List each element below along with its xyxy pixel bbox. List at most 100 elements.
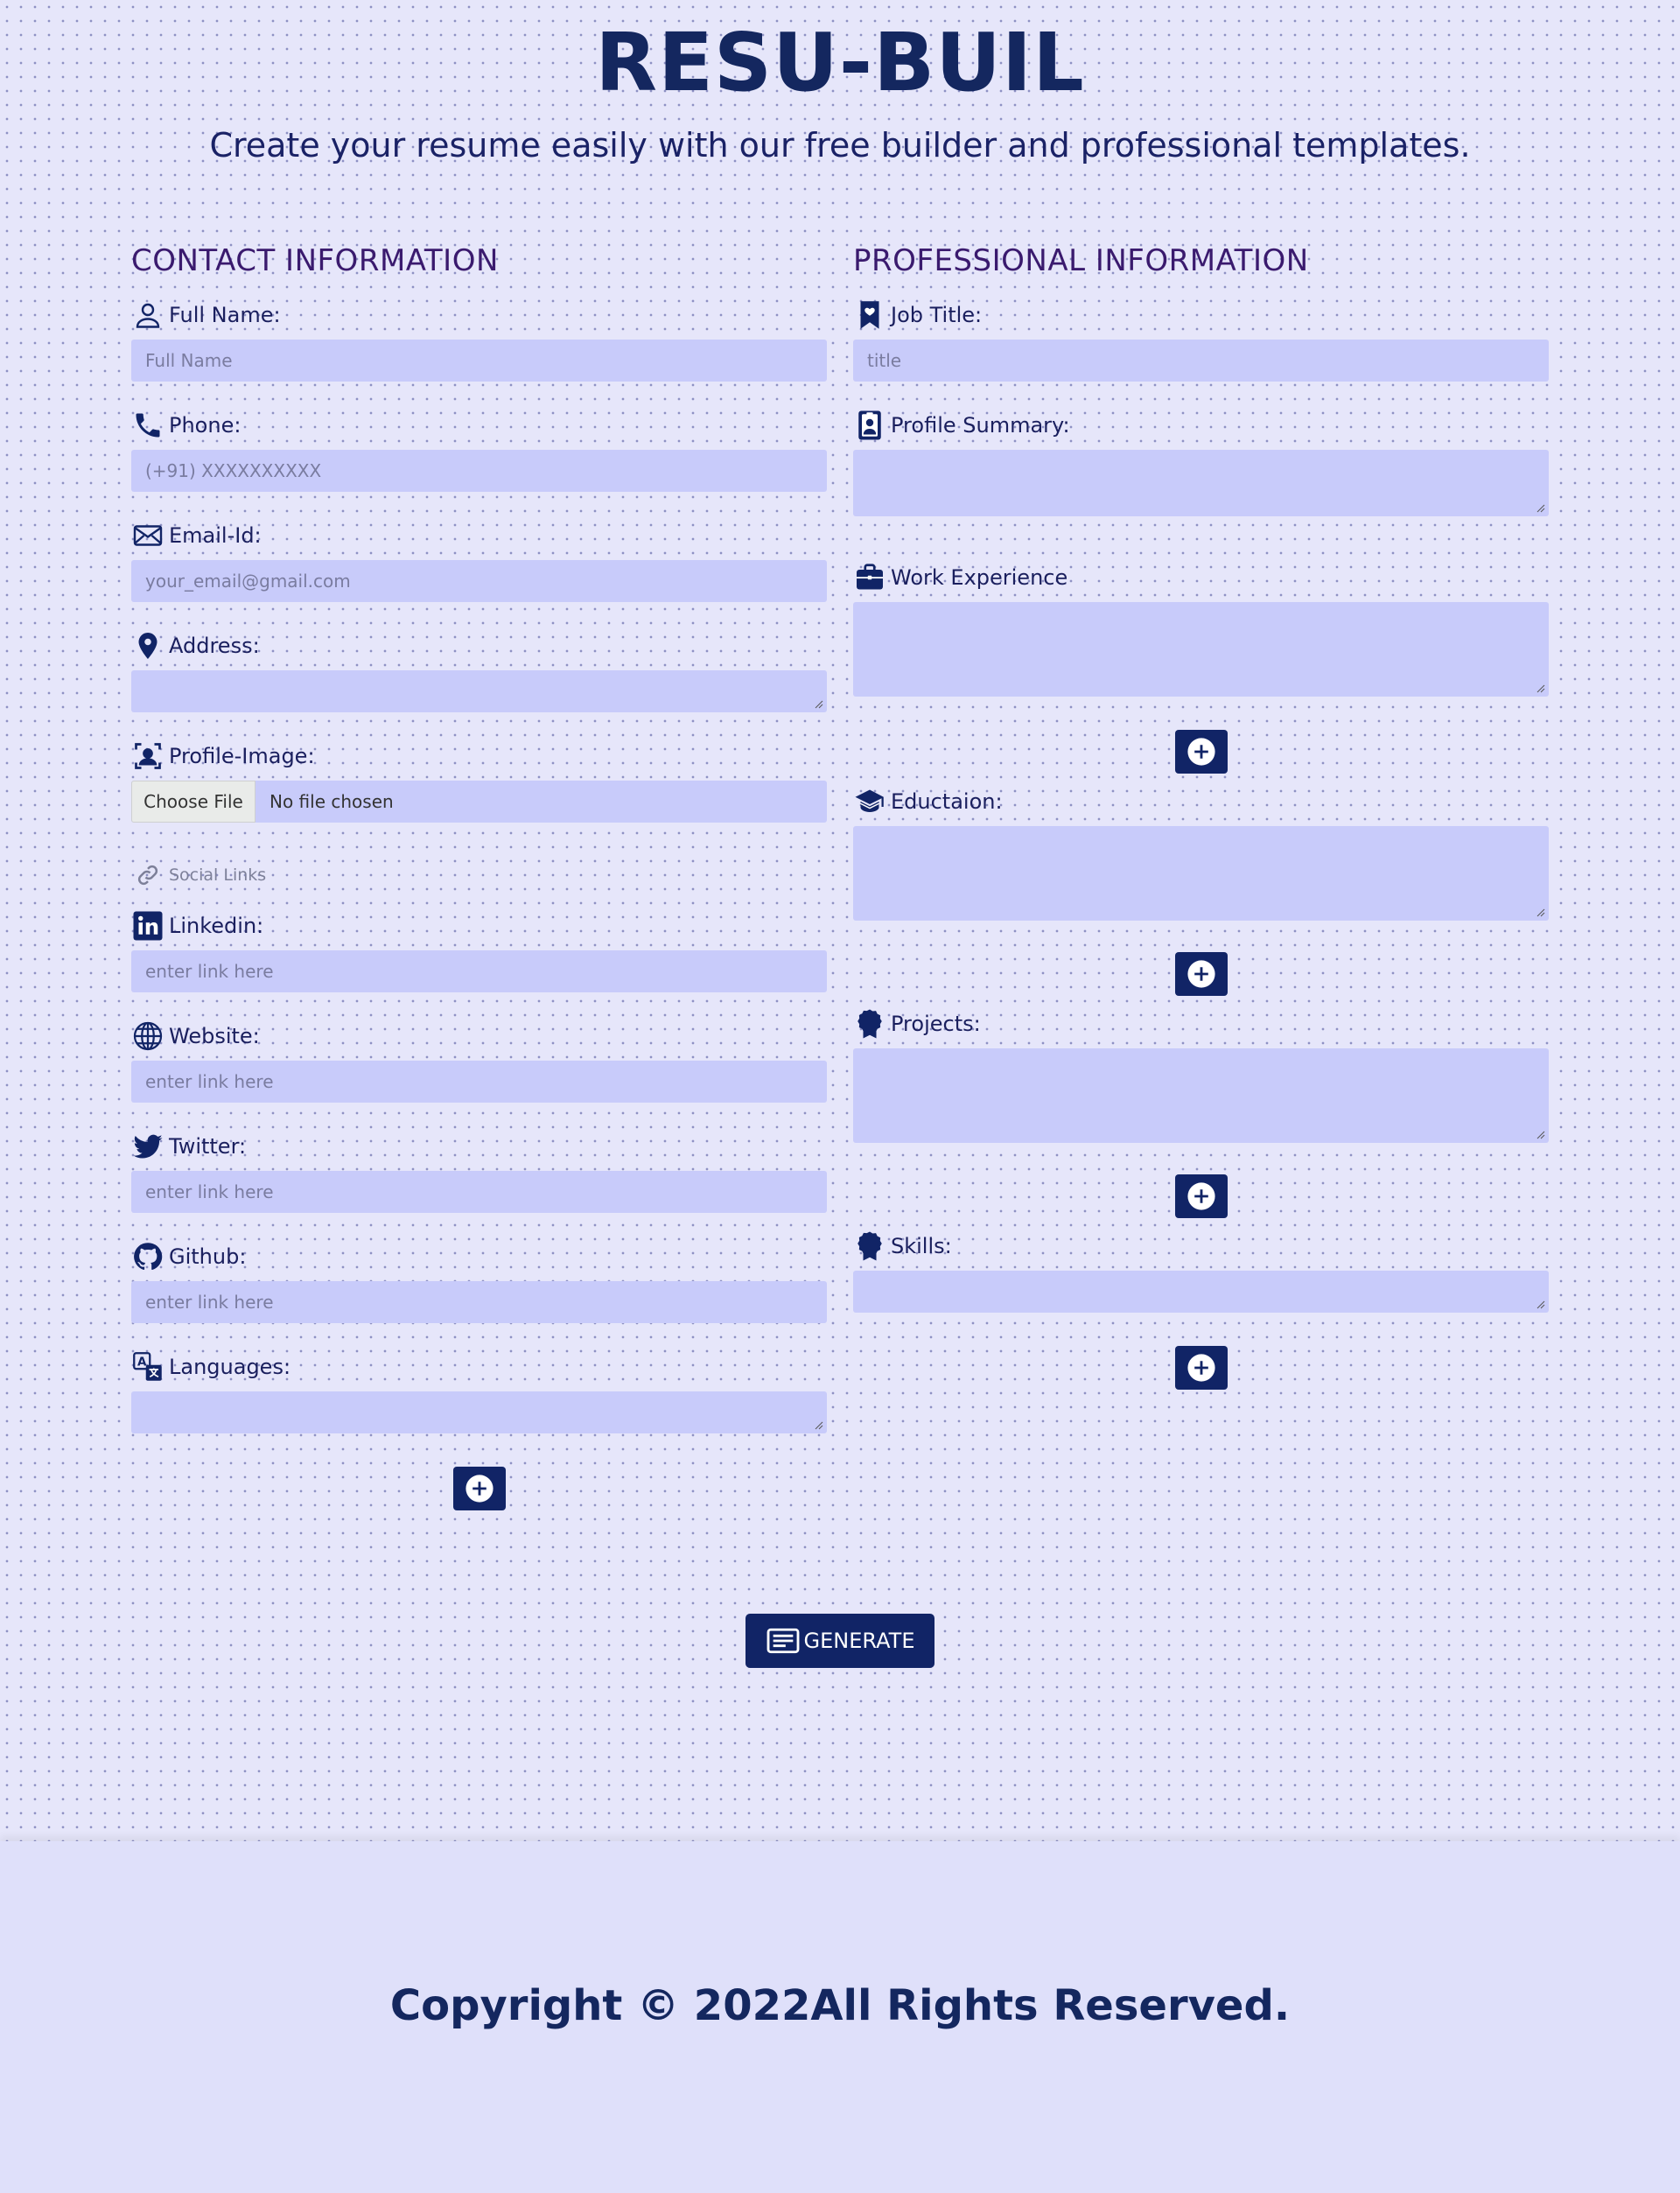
full-name-label: Full Name: xyxy=(169,303,281,327)
phone-input[interactable]: (+91) XXXXXXXXXX xyxy=(131,450,827,492)
add-skill-button[interactable] xyxy=(1175,1346,1228,1390)
skills-textarea[interactable] xyxy=(853,1271,1549,1313)
full-name-input[interactable]: Full Name xyxy=(131,340,827,382)
resize-grip-icon xyxy=(815,1421,823,1430)
plus-circle-icon xyxy=(1187,960,1215,988)
github-label: Github: xyxy=(169,1244,247,1269)
location-pin-icon xyxy=(131,629,164,662)
resize-grip-icon xyxy=(1536,1131,1545,1139)
translate-icon: A xyxy=(131,1350,164,1384)
envelope-icon xyxy=(131,519,164,552)
professional-information-section: PROFESSIONAL INFORMATION Job Title: titl… xyxy=(853,243,1549,1390)
add-education-button[interactable] xyxy=(1175,952,1228,996)
add-work-experience-button[interactable] xyxy=(1175,730,1228,774)
twitter-label-row: Twitter: xyxy=(131,1129,827,1164)
projects-textarea[interactable] xyxy=(853,1048,1549,1143)
twitter-label: Twitter: xyxy=(169,1134,247,1159)
footer: Copyright © 2022All Rights Reserved. xyxy=(0,1841,1680,2193)
address-label: Address: xyxy=(169,634,260,658)
briefcase-icon xyxy=(853,561,886,594)
full-name-label-row: Full Name: xyxy=(131,298,827,333)
linkedin-placeholder: enter link here xyxy=(145,961,274,982)
social-links-label: Social Links xyxy=(169,865,267,885)
address-textarea[interactable] xyxy=(131,670,827,712)
job-title-input[interactable]: title xyxy=(853,340,1549,382)
languages-label-row: A Languages: xyxy=(131,1349,827,1384)
linkedin-icon xyxy=(131,909,164,942)
plus-circle-icon xyxy=(1187,738,1215,766)
professional-section-title: PROFESSIONAL INFORMATION xyxy=(853,243,1309,278)
profile-summary-textarea[interactable] xyxy=(853,450,1549,516)
profile-image-label: Profile-Image: xyxy=(169,744,315,768)
social-links-heading: Social Links xyxy=(131,858,827,893)
job-title-label: Job Title: xyxy=(891,303,983,327)
education-label: Eductaion: xyxy=(891,789,1003,814)
generate-button-label: GENERATE xyxy=(803,1629,915,1653)
svg-text:A: A xyxy=(137,1356,147,1370)
graduation-cap-icon xyxy=(853,785,886,818)
contact-section-title: CONTACT INFORMATION xyxy=(131,243,499,278)
work-experience-label-row: Work Experience xyxy=(853,560,1549,595)
email-label: Email-Id: xyxy=(169,523,262,548)
projects-label-row: Projects: xyxy=(853,1006,1549,1041)
document-text-icon xyxy=(766,1628,799,1654)
profile-image-file-input[interactable]: Choose File No file chosen xyxy=(131,781,827,823)
resize-grip-icon xyxy=(1536,1300,1545,1309)
globe-icon xyxy=(131,1019,164,1053)
projects-label: Projects: xyxy=(891,1012,981,1036)
work-experience-label: Work Experience xyxy=(891,565,1068,590)
education-label-row: Eductaion: xyxy=(853,784,1549,819)
linkedin-input[interactable]: enter link here xyxy=(131,950,827,992)
plus-circle-icon xyxy=(1187,1182,1215,1210)
github-input[interactable]: enter link here xyxy=(131,1281,827,1323)
email-input[interactable]: your_email@gmail.com xyxy=(131,560,827,602)
phone-icon xyxy=(131,409,164,442)
app-title: RESU-BUIL xyxy=(595,16,1085,109)
github-icon xyxy=(131,1240,164,1273)
choose-file-button[interactable]: Choose File xyxy=(131,781,256,823)
resize-grip-icon xyxy=(1536,908,1545,917)
education-textarea[interactable] xyxy=(853,826,1549,921)
skills-label: Skills: xyxy=(891,1234,952,1258)
email-placeholder: your_email@gmail.com xyxy=(145,571,351,592)
website-label-row: Website: xyxy=(131,1019,827,1054)
add-language-button[interactable] xyxy=(453,1467,506,1510)
generate-button[interactable]: GENERATE xyxy=(746,1614,934,1668)
twitter-icon xyxy=(131,1130,164,1163)
github-placeholder: enter link here xyxy=(145,1292,274,1313)
website-label: Website: xyxy=(169,1024,260,1048)
resize-grip-icon xyxy=(1536,504,1545,513)
address-label-row: Address: xyxy=(131,628,827,663)
bookmark-heart-icon xyxy=(853,298,886,332)
languages-label: Languages: xyxy=(169,1355,291,1379)
full-name-placeholder: Full Name xyxy=(145,350,233,371)
profile-summary-label-row: Profile Summary: xyxy=(853,408,1549,443)
website-input[interactable]: enter link here xyxy=(131,1061,827,1103)
profile-image-icon xyxy=(131,739,164,773)
website-placeholder: enter link here xyxy=(145,1071,274,1092)
twitter-input[interactable]: enter link here xyxy=(131,1171,827,1213)
job-title-label-row: Job Title: xyxy=(853,298,1549,333)
phone-label: Phone: xyxy=(169,413,242,438)
plus-circle-icon xyxy=(1187,1354,1215,1382)
resize-grip-icon xyxy=(1536,684,1545,693)
twitter-placeholder: enter link here xyxy=(145,1181,274,1202)
linkedin-label-row: Linkedin: xyxy=(131,908,827,943)
github-label-row: Github: xyxy=(131,1239,827,1274)
email-label-row: Email-Id: xyxy=(131,518,827,553)
languages-textarea[interactable] xyxy=(131,1391,827,1433)
phone-placeholder: (+91) XXXXXXXXXX xyxy=(145,460,322,481)
no-file-chosen-text: No file chosen xyxy=(270,791,394,812)
link-icon xyxy=(131,858,164,892)
job-title-placeholder: title xyxy=(867,350,902,371)
award-icon xyxy=(853,1230,886,1263)
profile-image-label-row: Profile-Image: xyxy=(131,739,827,774)
contact-information-section: CONTACT INFORMATION Full Name: Full Name… xyxy=(131,243,827,1510)
person-badge-icon xyxy=(853,409,886,442)
copyright-text: Copyright © 2022All Rights Reserved. xyxy=(389,1981,1291,2030)
add-project-button[interactable] xyxy=(1175,1174,1228,1218)
phone-label-row: Phone: xyxy=(131,408,827,443)
work-experience-textarea[interactable] xyxy=(853,602,1549,697)
profile-summary-label: Profile Summary: xyxy=(891,413,1070,438)
award-icon xyxy=(853,1007,886,1040)
